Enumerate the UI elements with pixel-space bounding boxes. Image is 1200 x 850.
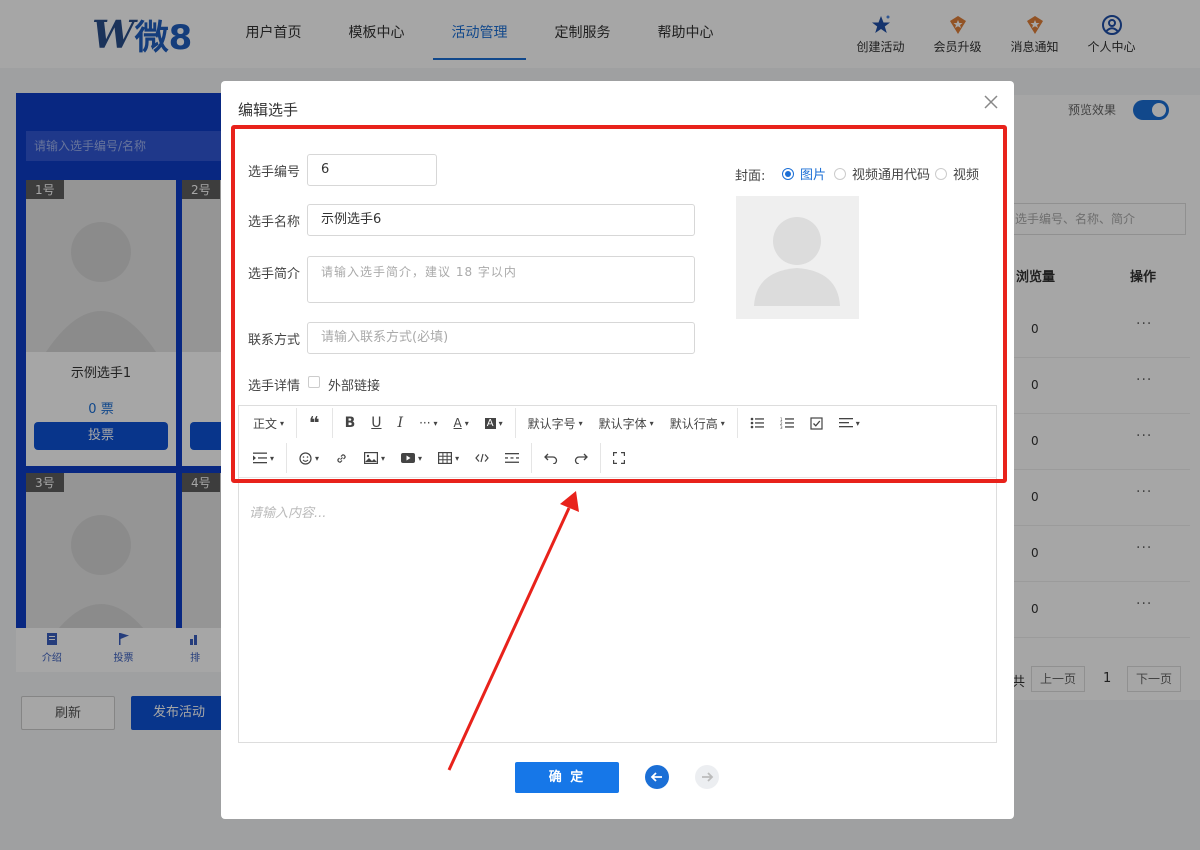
code-icon[interactable] xyxy=(467,441,497,475)
dropdown-caret-icon: ▾ xyxy=(649,418,654,428)
contact-label: 联系方式 xyxy=(248,333,301,348)
edit-player-dialog: 编辑选手 选手编号 6 选手名称 示例选手6 选手简介 请输入选手简介，建议 1… xyxy=(221,81,1014,819)
cover-option-video-label: 视频 xyxy=(953,168,980,183)
font-color-icon: A xyxy=(453,416,462,430)
player-number-input[interactable]: 6 xyxy=(307,154,437,186)
toolbar-divider xyxy=(286,443,288,473)
dropdown-caret-icon: ▾ xyxy=(433,418,438,428)
editor-content-area[interactable]: 请输入内容... xyxy=(249,502,326,521)
background-color-icon: A xyxy=(484,417,496,429)
cover-option-video[interactable]: 视频 xyxy=(935,164,979,183)
table-dropdown[interactable]: ▾ xyxy=(430,441,467,475)
font-size-dropdown[interactable]: 默认字号 ▾ xyxy=(520,406,591,440)
toolbar-divider xyxy=(531,443,533,473)
video-dropdown[interactable]: ▾ xyxy=(393,441,430,475)
image-icon xyxy=(364,452,379,464)
arrow-left-icon[interactable] xyxy=(645,765,669,789)
dropdown-caret-icon: ▾ xyxy=(418,453,423,463)
radio-button[interactable] xyxy=(935,167,947,180)
toolbar-divider xyxy=(600,443,602,473)
svg-text:3: 3 xyxy=(780,425,783,429)
image-dropdown[interactable]: ▾ xyxy=(356,441,393,475)
toolbar-divider xyxy=(736,408,738,438)
cover-label: 封面: xyxy=(735,169,766,184)
confirm-button[interactable]: 确 定 xyxy=(515,762,619,793)
dropdown-caret-icon: ▾ xyxy=(315,453,320,463)
indent-dropdown[interactable]: ▾ xyxy=(239,441,282,475)
align-dropdown[interactable]: ▾ xyxy=(831,406,868,440)
player-number-label: 选手编号 xyxy=(248,165,301,180)
table-icon xyxy=(438,452,453,464)
todo-checkbox-icon[interactable] xyxy=(802,406,831,440)
player-details-label: 选手详情 xyxy=(248,379,301,394)
more-styles-dropdown[interactable]: ··· ▾ xyxy=(411,406,445,440)
paragraph-format-dropdown[interactable]: 正文 ▾ xyxy=(239,406,292,440)
dropdown-caret-icon: ▾ xyxy=(720,418,725,428)
radio-button[interactable] xyxy=(834,167,846,180)
dropdown-caret-icon: ▾ xyxy=(455,453,460,463)
cover-option-image[interactable]: 图片 xyxy=(782,164,826,183)
italic-icon[interactable]: I xyxy=(390,406,412,440)
toolbar-divider xyxy=(514,408,516,438)
font-family-label: 默认字体 xyxy=(598,416,647,431)
underline-icon[interactable]: U xyxy=(363,406,389,440)
external-link-label: 外部链接 xyxy=(328,379,381,394)
player-intro-textarea[interactable]: 请输入选手简介，建议 18 字以内 xyxy=(307,256,695,303)
more-styles-label: ··· xyxy=(419,416,431,430)
dropdown-caret-icon: ▾ xyxy=(498,418,503,428)
dropdown-caret-icon: ▾ xyxy=(855,418,860,428)
close-icon[interactable] xyxy=(982,93,1000,111)
bold-icon[interactable]: B xyxy=(337,406,364,440)
dropdown-caret-icon: ▾ xyxy=(280,418,285,428)
contact-input[interactable]: 请输入联系方式(必填) xyxy=(307,322,695,354)
dropdown-caret-icon: ▾ xyxy=(578,418,583,428)
link-icon[interactable] xyxy=(327,441,356,475)
video-icon xyxy=(401,453,416,463)
line-height-label: 默认行高 xyxy=(669,416,718,431)
player-intro-label: 选手简介 xyxy=(248,267,301,282)
redo-icon[interactable] xyxy=(566,441,596,475)
cover-image-upload[interactable] xyxy=(736,196,859,319)
cover-option-image-label: 图片 xyxy=(800,168,827,183)
external-link-checkbox[interactable] xyxy=(308,376,320,388)
bullet-list-icon[interactable] xyxy=(742,406,772,440)
emoji-icon xyxy=(299,451,312,465)
font-size-label: 默认字号 xyxy=(527,416,576,431)
radio-button[interactable] xyxy=(782,167,794,180)
dialog-title: 编辑选手 xyxy=(238,101,299,119)
cover-option-video-code[interactable]: 视频通用代码 xyxy=(834,164,930,183)
toolbar-row: 正文 ▾ ❝ B U I ··· ▾ A ▾ A ▾ 默认字号 ▾ 默认字体 ▾ 默认行高 ▾ xyxy=(239,406,868,440)
toolbar-row: ▾ ▾ ▾ ▾ ▾ xyxy=(239,441,633,475)
paragraph-format-label: 正文 xyxy=(253,416,278,431)
editor-toolbar: 正文 ▾ ❝ B U I ··· ▾ A ▾ A ▾ 默认字号 ▾ 默认字体 ▾ 默认行高 ▾ xyxy=(239,406,996,478)
dropdown-caret-icon: ▾ xyxy=(270,453,275,463)
background-color-dropdown[interactable]: A ▾ xyxy=(477,406,511,440)
toolbar-divider xyxy=(296,408,298,438)
undo-icon[interactable] xyxy=(536,441,566,475)
emoji-dropdown[interactable]: ▾ xyxy=(291,441,327,475)
blockquote-icon[interactable]: ❝ xyxy=(301,406,328,440)
divider-line-icon[interactable] xyxy=(497,441,527,475)
fullscreen-icon[interactable] xyxy=(605,441,633,475)
cover-option-video-code-label: 视频通用代码 xyxy=(852,168,931,183)
align-left-icon xyxy=(838,418,853,428)
player-name-label: 选手名称 xyxy=(248,215,301,230)
toolbar-divider xyxy=(331,408,333,438)
dropdown-caret-icon: ▾ xyxy=(464,418,469,428)
line-height-dropdown[interactable]: 默认行高 ▾ xyxy=(662,406,733,440)
rich-text-editor: 正文 ▾ ❝ B U I ··· ▾ A ▾ A ▾ 默认字号 ▾ 默认字体 ▾ 默认行高 ▾ xyxy=(238,405,997,743)
font-color-dropdown[interactable]: A ▾ xyxy=(446,406,477,440)
numbered-list-icon[interactable]: 123 xyxy=(772,406,802,440)
arrow-right-icon[interactable] xyxy=(695,765,719,789)
player-name-input[interactable]: 示例选手6 xyxy=(307,204,695,236)
font-family-dropdown[interactable]: 默认字体 ▾ xyxy=(591,406,662,440)
indent-icon xyxy=(253,452,267,464)
avatar-placeholder-icon xyxy=(754,217,840,306)
dropdown-caret-icon: ▾ xyxy=(381,453,386,463)
